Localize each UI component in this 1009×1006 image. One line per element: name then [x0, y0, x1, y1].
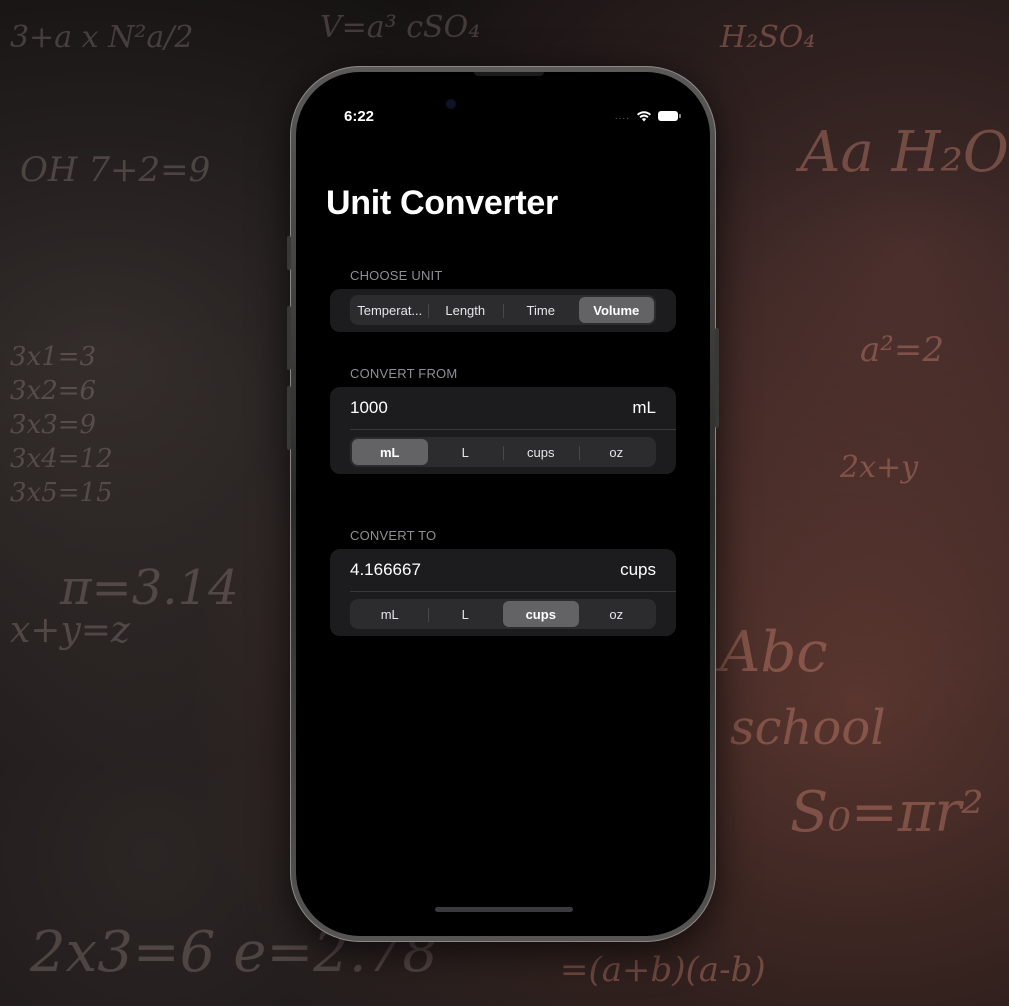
to-unit-segmented-control[interactable]: mL L cups oz [350, 599, 656, 629]
segment-time[interactable]: Time [503, 297, 579, 323]
chalk-doodle: a²=2 [860, 330, 945, 370]
convert-to-card: 4.166667 cups mL L cups oz [330, 549, 676, 636]
chalk-doodle: x+y=z [10, 610, 130, 651]
segment-length[interactable]: Length [427, 297, 504, 323]
convert-from-input[interactable]: 1000 [350, 398, 388, 418]
chalk-doodle: school [730, 700, 886, 756]
chalk-doodle: π=3.14 [60, 560, 239, 616]
convert-from-header: CONVERT FROM [350, 366, 458, 381]
mute-switch [287, 236, 291, 270]
unit-type-segmented-control[interactable]: Temperat... Length Time Volume [350, 295, 656, 325]
to-segment-cups[interactable]: cups [503, 601, 579, 627]
row-divider [350, 591, 676, 592]
status-indicators: .... [614, 110, 681, 122]
convert-to-header: CONVERT TO [350, 528, 437, 543]
from-segment-cups[interactable]: cups [503, 439, 579, 465]
to-segment-ml[interactable]: mL [352, 601, 428, 627]
from-segment-oz[interactable]: oz [578, 439, 655, 465]
segment-volume[interactable]: Volume [578, 297, 654, 323]
phone-screen: 6:22 .... Unit Converter CHOOSE UNIT Tem… [296, 72, 710, 936]
convert-from-card: 1000 mL mL L cups oz [330, 387, 676, 474]
chalk-doodle: 2x+y [840, 450, 919, 485]
chalk-doodle: V=a³ cSO₄ [320, 10, 481, 45]
chalk-doodle: Aa H₂O [800, 120, 1009, 185]
chalk-doodle: 3x1=3 3x2=6 3x3=9 3x4=12 3x5=15 [10, 342, 113, 508]
chalk-doodle: 3+a x N²a/2 [10, 20, 194, 55]
power-button [715, 328, 719, 428]
choose-unit-card: Temperat... Length Time Volume [330, 289, 676, 332]
to-segment-l[interactable]: L [427, 601, 504, 627]
from-segment-ml[interactable]: mL [352, 439, 428, 465]
home-indicator[interactable] [435, 907, 573, 912]
choose-unit-header: CHOOSE UNIT [350, 268, 443, 283]
chalk-doodle: =(a+b)(a-b) [560, 950, 766, 990]
chalk-doodle: H₂SO₄ [720, 20, 816, 55]
convert-to-row: 4.166667 cups [350, 549, 656, 591]
to-segment-oz[interactable]: oz [579, 601, 655, 627]
status-time: 6:22 [344, 108, 375, 125]
wifi-icon [637, 111, 651, 122]
signal-icon: .... [614, 110, 630, 122]
row-divider [350, 429, 676, 430]
speaker-grille [474, 72, 544, 76]
volume-up-button [287, 306, 291, 370]
iphone-frame: 6:22 .... Unit Converter CHOOSE UNIT Tem… [287, 66, 719, 942]
page-title: Unit Converter [326, 184, 558, 222]
segment-temperature[interactable]: Temperat... [352, 297, 428, 323]
convert-from-row: 1000 mL [350, 387, 656, 429]
convert-to-unit-label: cups [620, 560, 656, 579]
convert-to-result: 4.166667 [350, 560, 421, 579]
volume-down-button [287, 386, 291, 450]
from-unit-segmented-control[interactable]: mL L cups oz [350, 437, 656, 467]
chalk-doodle: Abc [720, 620, 828, 685]
front-camera [447, 100, 455, 108]
battery-icon [658, 111, 681, 121]
chalk-doodle: OH 7+2=9 [20, 150, 211, 190]
convert-from-unit-label: mL [632, 398, 656, 417]
from-segment-l[interactable]: L [428, 439, 504, 465]
chalk-doodle: S₀=πr² [790, 780, 984, 845]
